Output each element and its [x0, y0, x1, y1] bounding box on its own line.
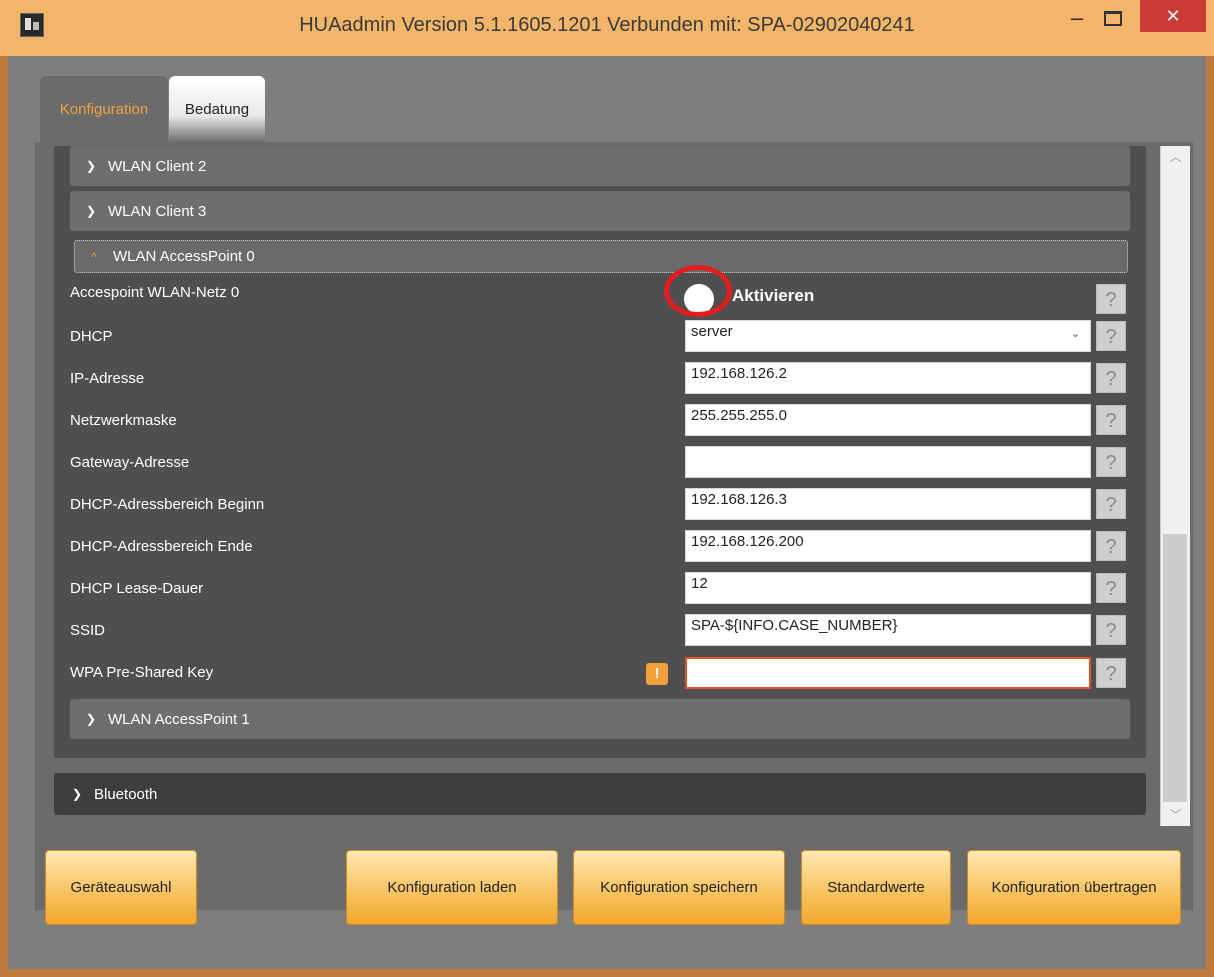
- scroll-up-icon[interactable]: ︿: [1161, 146, 1190, 168]
- maximize-button[interactable]: [1096, 0, 1130, 36]
- lease-field[interactable]: 12: [685, 572, 1091, 604]
- dhcp-select[interactable]: server ⌄: [685, 320, 1091, 352]
- section-wlan-accesspoint-0[interactable]: ^ WLAN AccessPoint 0: [74, 240, 1128, 273]
- lease-label: DHCP Lease-Dauer: [70, 580, 204, 597]
- title-bar[interactable]: HUAadmin Version 5.1.1605.1201 Verbunden…: [0, 0, 1214, 56]
- dhcp-range-end-label: DHCP-Adressbereich Ende: [70, 538, 253, 555]
- close-button[interactable]: ✕: [1140, 0, 1206, 32]
- maximize-icon: [1104, 10, 1122, 26]
- chevron-down-icon: ⌄: [1070, 328, 1080, 340]
- ip-label: IP-Adresse: [70, 370, 145, 387]
- save-configuration-button[interactable]: Konfiguration speichern: [573, 850, 785, 925]
- dhcp-selected-value: server: [691, 323, 733, 340]
- section-title: WLAN AccessPoint 0: [113, 248, 255, 265]
- dhcp-range-end-field[interactable]: 192.168.126.200: [685, 530, 1091, 562]
- dhcp-label: DHCP: [70, 328, 113, 345]
- help-button-accesspoint[interactable]: ?: [1096, 284, 1126, 314]
- netmask-label: Netzwerkmaske: [70, 412, 177, 429]
- help-button-ssid[interactable]: ?: [1096, 615, 1126, 645]
- help-button-wpa[interactable]: ?: [1096, 658, 1126, 688]
- help-button-gateway[interactable]: ?: [1096, 447, 1126, 477]
- app-window: HUAadmin Version 5.1.1605.1201 Verbunden…: [0, 0, 1214, 977]
- load-configuration-button[interactable]: Konfiguration laden: [346, 850, 558, 925]
- transfer-configuration-button[interactable]: Konfiguration übertragen: [967, 850, 1181, 925]
- help-button-range-start[interactable]: ?: [1096, 489, 1126, 519]
- help-button-netmask[interactable]: ?: [1096, 405, 1126, 435]
- chevron-down-icon: ❯: [86, 204, 97, 218]
- scroll-down-icon[interactable]: ﹀: [1161, 804, 1190, 826]
- annotation-circle: [664, 265, 732, 317]
- device-select-button[interactable]: Geräteauswahl: [45, 850, 197, 925]
- help-button-ip[interactable]: ?: [1096, 363, 1126, 393]
- help-button-range-end[interactable]: ?: [1096, 531, 1126, 561]
- ssid-label: SSID: [70, 622, 106, 639]
- chevron-down-icon: ❯: [86, 712, 97, 726]
- section-bluetooth[interactable]: ❯ Bluetooth: [54, 773, 1146, 815]
- chevron-up-icon: ^: [91, 249, 97, 264]
- gateway-label: Gateway-Adresse: [70, 454, 190, 471]
- activate-label: Aktivieren: [732, 286, 815, 305]
- dhcp-range-start-label: DHCP-Adressbereich Beginn: [70, 496, 265, 513]
- tab-bedatung[interactable]: Bedatung: [169, 76, 265, 142]
- defaults-button[interactable]: Standardwerte: [801, 850, 951, 925]
- help-button-dhcp[interactable]: ?: [1096, 321, 1126, 351]
- client-area: Konfiguration Bedatung ︿ ﹀ ❯ WLAN Client…: [8, 56, 1206, 969]
- help-button-lease[interactable]: ?: [1096, 573, 1126, 603]
- vertical-scrollbar[interactable]: ︿ ﹀: [1160, 146, 1190, 826]
- dhcp-range-start-field[interactable]: 192.168.126.3: [685, 488, 1091, 520]
- netmask-field[interactable]: 255.255.255.0: [685, 404, 1091, 436]
- ssid-field[interactable]: SPA-${INFO.CASE_NUMBER}: [685, 614, 1091, 646]
- minimize-button[interactable]: –: [1060, 0, 1094, 36]
- ip-address-field[interactable]: 192.168.126.2: [685, 362, 1091, 394]
- gateway-field[interactable]: [685, 446, 1091, 478]
- section-wlan-accesspoint-1[interactable]: ❯ WLAN AccessPoint 1: [70, 699, 1130, 739]
- section-title: WLAN Client 2: [108, 157, 207, 175]
- window-title: HUAadmin Version 5.1.1605.1201 Verbunden…: [299, 14, 915, 36]
- section-wlan-client-3[interactable]: ❯ WLAN Client 3: [70, 191, 1130, 231]
- section-title: WLAN Client 3: [108, 202, 207, 220]
- section-title: WLAN AccessPoint 1: [108, 710, 250, 728]
- accesspoint-label: Accespoint WLAN-Netz 0: [70, 284, 240, 301]
- section-wlan-client-2[interactable]: ❯ WLAN Client 2: [70, 146, 1130, 186]
- section-title: Bluetooth: [94, 785, 158, 803]
- warning-icon: !: [646, 663, 668, 685]
- wpa-key-label: WPA Pre-Shared Key: [70, 664, 214, 681]
- scroll-thumb[interactable]: [1163, 534, 1187, 802]
- tab-konfiguration[interactable]: Konfiguration: [40, 76, 168, 142]
- chevron-down-icon: ❯: [72, 787, 83, 801]
- chevron-down-icon: ❯: [86, 159, 97, 173]
- wpa-key-field[interactable]: [685, 657, 1091, 689]
